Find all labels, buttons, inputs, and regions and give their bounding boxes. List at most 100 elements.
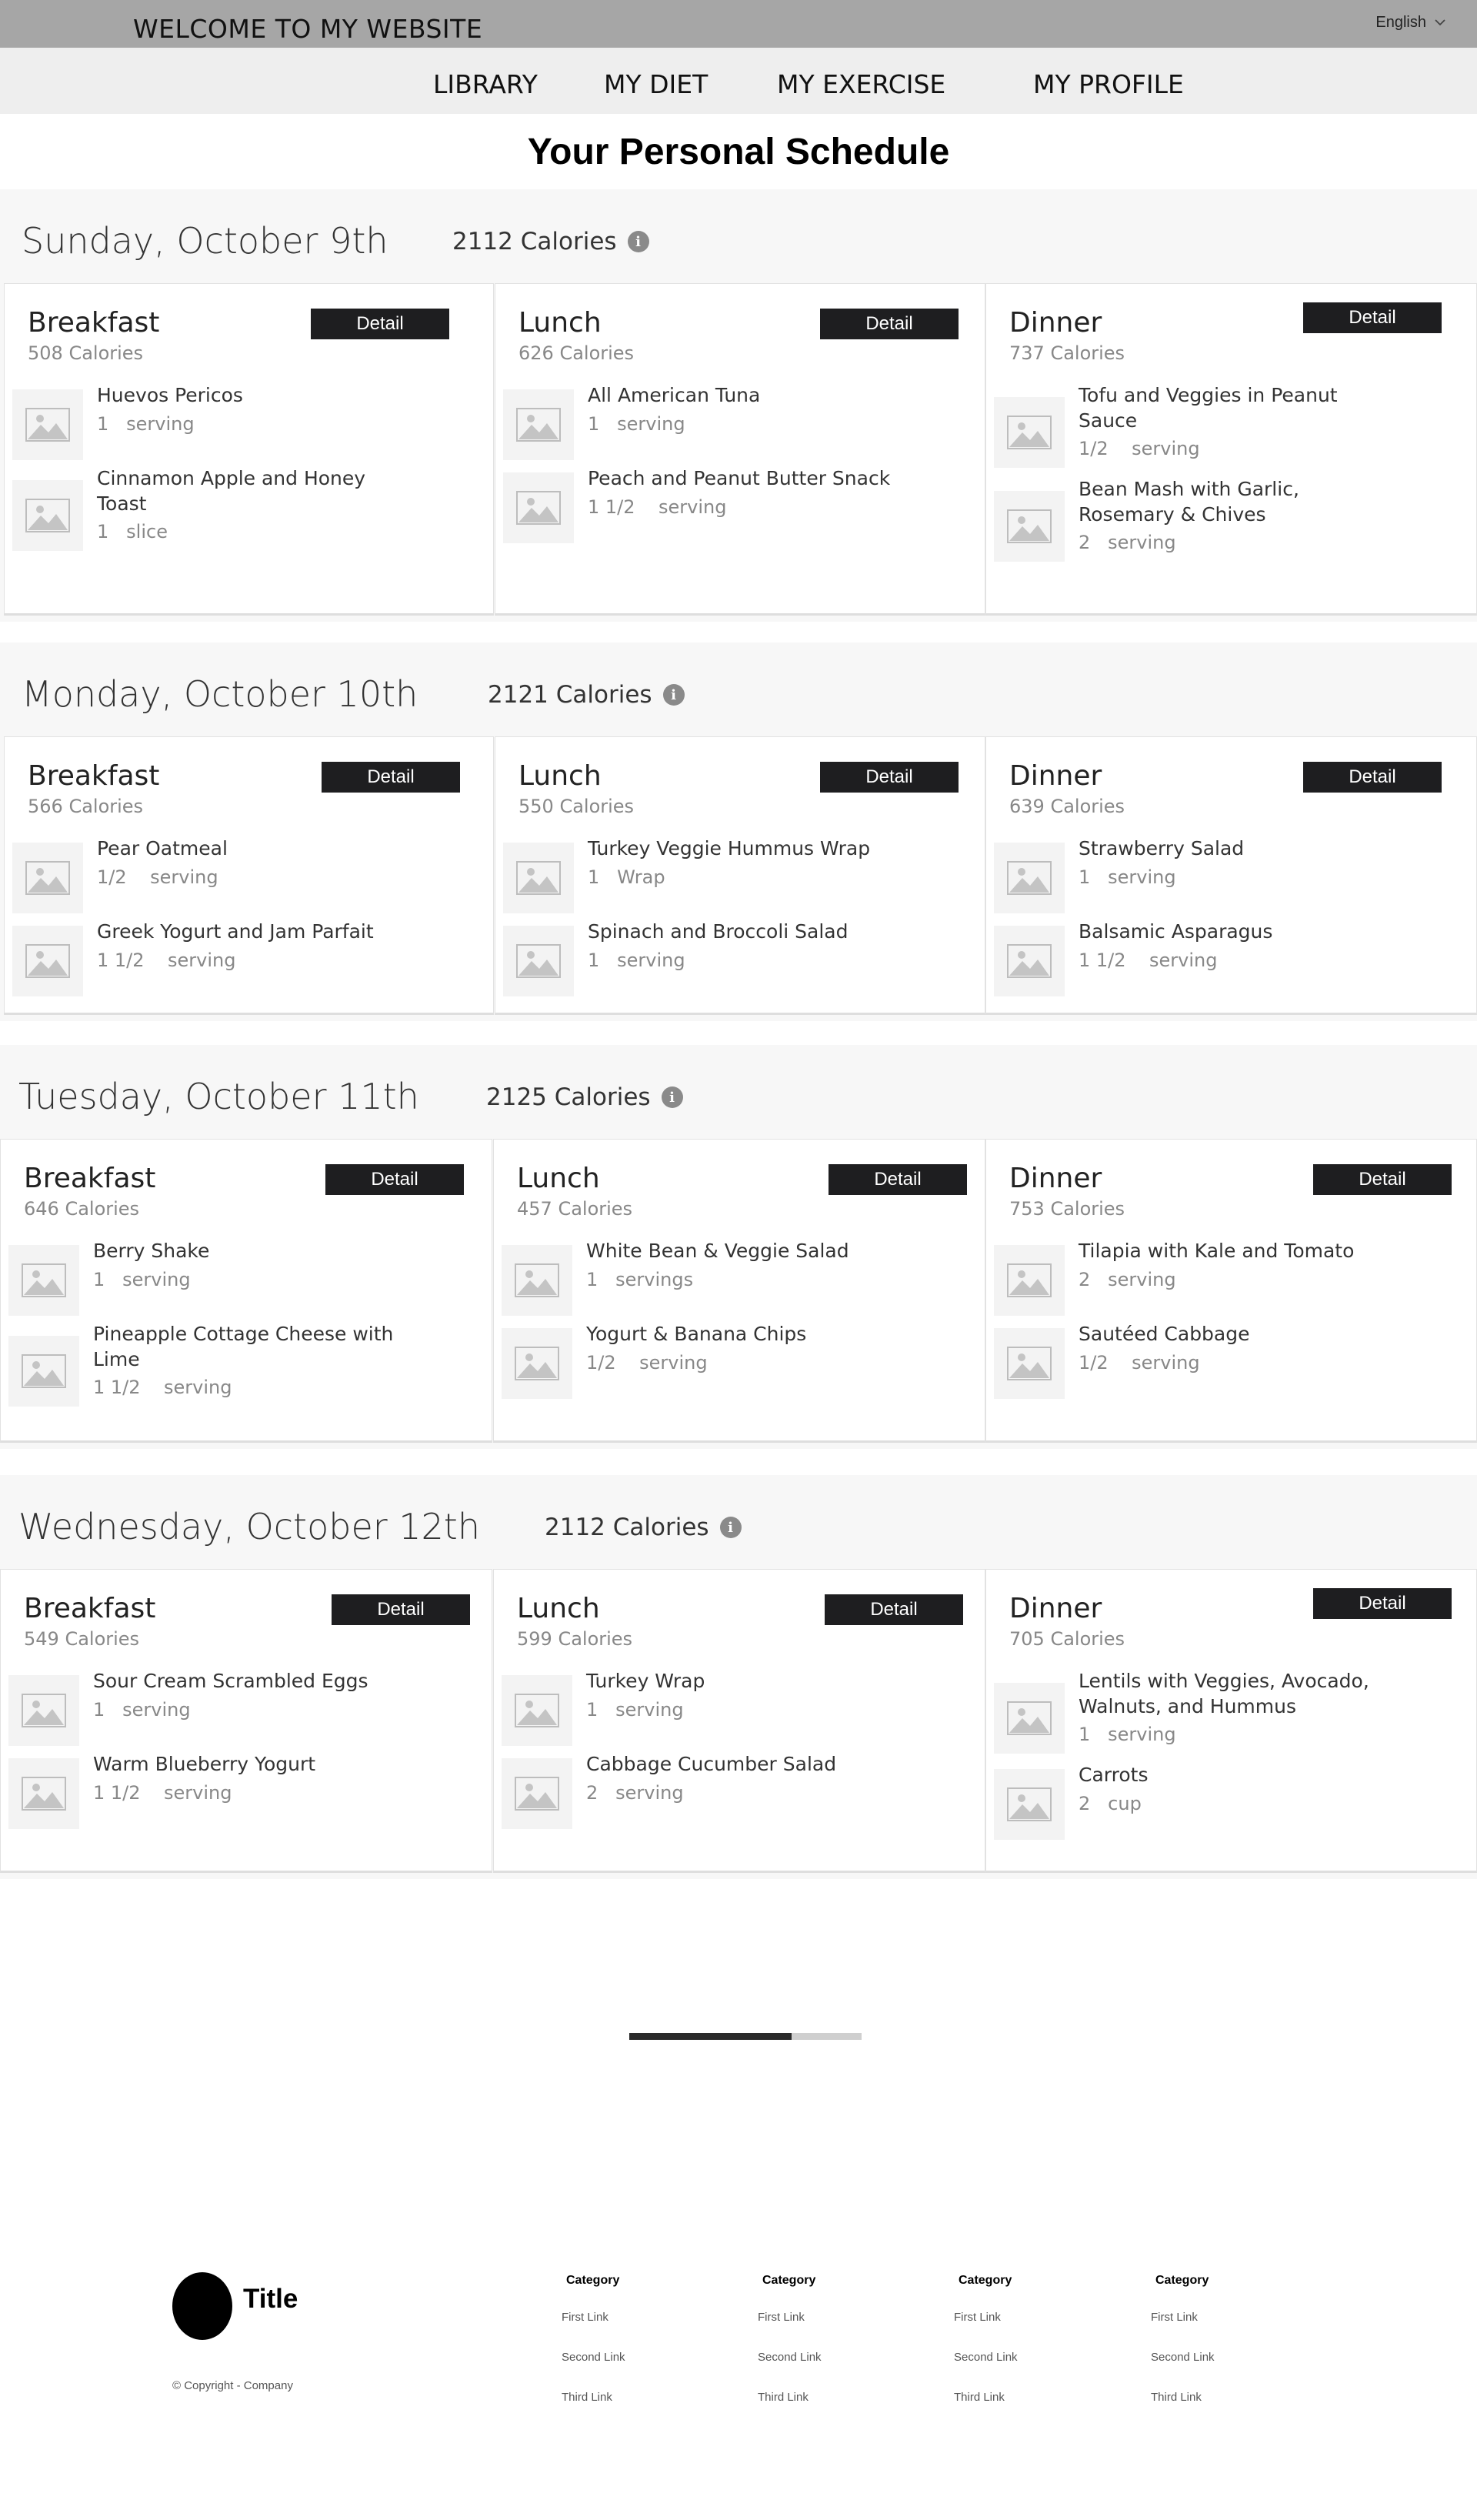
food-quantity: 1/2 serving [1079, 438, 1200, 459]
detail-button[interactable]: Detail [1313, 1588, 1452, 1619]
food-name: Strawberry Salad [1079, 837, 1245, 859]
food-quantity: 1 serving [1079, 866, 1176, 888]
food-item[interactable]: Strawberry Salad 1 serving [994, 836, 1461, 920]
detail-button[interactable]: Detail [820, 762, 959, 793]
food-item[interactable]: Warm Blueberry Yogurt 1 1/2 serving [8, 1751, 476, 1836]
footer-link[interactable]: Second Link [758, 2351, 912, 2364]
footer-link[interactable]: Second Link [954, 2351, 1108, 2364]
meal-card-dinner: Dinner 737 Calories Detail Tofu and Veggies… [985, 283, 1477, 616]
footer-link[interactable]: Third Link [954, 2391, 1108, 2404]
footer-link[interactable]: Third Link [562, 2391, 715, 2404]
food-name: Tofu and Veggies in Peanut Sauce [1079, 384, 1338, 432]
food-item[interactable]: Tofu and Veggies in Peanut Sauce 1/2 serv… [994, 382, 1461, 482]
footer-link[interactable]: Second Link [562, 2351, 715, 2364]
meal-calories: 549 Calories [24, 1628, 140, 1650]
food-item[interactable]: Lentils with Veggies, Avocado, Walnuts, … [994, 1668, 1461, 1768]
language-selector[interactable]: English [1375, 14, 1446, 32]
detail-button[interactable]: Detail [829, 1164, 967, 1195]
food-item[interactable]: Sautéed Cabbage 1/2 serving [994, 1321, 1461, 1406]
info-icon[interactable]: i [662, 684, 685, 706]
food-item[interactable]: Berry Shake 1 serving [8, 1238, 476, 1323]
food-name: All American Tuna [588, 384, 761, 406]
food-item[interactable]: Balsamic Asparagus 1 1/2 serving [994, 919, 1461, 1003]
food-name: Huevos Pericos [97, 384, 243, 406]
footer-link[interactable]: Third Link [1151, 2391, 1305, 2404]
detail-button[interactable]: Detail [311, 309, 449, 339]
food-quantity: 1 1/2 serving [93, 1782, 232, 1804]
detail-button[interactable]: Detail [1303, 762, 1442, 793]
footer-link[interactable]: First Link [758, 2311, 912, 2324]
info-icon[interactable]: i [627, 231, 649, 252]
info-icon[interactable]: i [719, 1517, 742, 1538]
detail-button[interactable]: Detail [825, 1594, 963, 1625]
pagination-progress[interactable] [629, 2033, 862, 2040]
food-item[interactable]: Cinnamon Apple and Honey Toast 1 slice [12, 466, 478, 566]
footer-copyright: © Copyright - Company [172, 2379, 293, 2392]
nav-my-diet[interactable]: MY DIET [604, 69, 708, 99]
info-icon[interactable]: i [661, 1086, 683, 1108]
food-item[interactable]: Greek Yogurt and Jam Parfait 1 1/2 servin… [12, 919, 478, 1003]
meal-card-dinner: Dinner 753 Calories Detail Tilapia with Kal… [985, 1139, 1477, 1443]
day-calories-label: 2125 Calories [486, 1083, 651, 1111]
meal-calories: 737 Calories [1009, 342, 1125, 364]
day-calories-label: 2112 Calories [545, 1514, 709, 1541]
food-name: Yogurt & Banana Chips [586, 1323, 807, 1345]
food-name: Bean Mash with Garlic, Rosemary & Chives [1079, 478, 1299, 526]
food-image-placeholder-icon [994, 1328, 1065, 1399]
page-title: Your Personal Schedule [527, 132, 950, 172]
meal-name: Lunch [517, 1163, 600, 1194]
food-item[interactable]: Sour Cream Scrambled Eggs 1 serving [8, 1668, 476, 1753]
food-item[interactable]: Turkey Wrap 1 serving [502, 1668, 969, 1753]
day-section: Monday, October 10th 2121 Calories i Breakf… [0, 643, 1477, 1021]
food-quantity: 1 serving [588, 413, 685, 435]
food-name: Pineapple Cottage Cheese with Lime [93, 1323, 394, 1370]
meal-card-breakfast: Breakfast 549 Calories Detail Sour Cream Sc… [0, 1569, 492, 1873]
food-image-placeholder-icon [503, 843, 574, 913]
food-item[interactable]: Cabbage Cucumber Salad 2 serving [502, 1751, 969, 1836]
food-image-placeholder-icon [503, 472, 574, 543]
food-item[interactable]: Tilapia with Kale and Tomato 2 serving [994, 1238, 1461, 1323]
nav-my-profile[interactable]: MY PROFILE [1033, 69, 1184, 99]
food-item[interactable]: Huevos Pericos 1 serving [12, 382, 478, 467]
nav-my-exercise[interactable]: MY EXERCISE [777, 69, 945, 99]
nav-library[interactable]: LIBRARY [433, 69, 538, 99]
food-item[interactable]: White Bean & Veggie Salad 1 servings [502, 1238, 969, 1323]
food-quantity: 1 servings [586, 1269, 694, 1290]
footer-link[interactable]: First Link [1151, 2311, 1305, 2324]
food-item[interactable]: Pineapple Cottage Cheese with Lime 1 1/2 … [8, 1321, 476, 1421]
food-item[interactable]: Turkey Veggie Hummus Wrap 1 Wrap [503, 836, 969, 920]
meal-calories: 599 Calories [517, 1628, 633, 1650]
day-section: Sunday, October 9th 2112 Calories i Breakfa… [0, 189, 1477, 622]
food-image-placeholder-icon [994, 397, 1065, 468]
meal-card-lunch: Lunch 457 Calories Detail White Bean & Vegg… [493, 1139, 985, 1443]
food-item[interactable]: Peach and Peanut Butter Snack 1 1/2 servi… [503, 466, 969, 550]
language-label: English [1375, 14, 1426, 31]
detail-button[interactable]: Detail [1313, 1164, 1452, 1195]
detail-button[interactable]: Detail [322, 762, 460, 793]
food-item[interactable]: Yogurt & Banana Chips 1/2 serving [502, 1321, 969, 1406]
footer-category: Category [762, 2274, 816, 2287]
food-item[interactable]: Carrots 2 cup [994, 1762, 1461, 1847]
food-quantity: 1 serving [93, 1269, 191, 1290]
detail-button[interactable]: Detail [325, 1164, 464, 1195]
footer-link[interactable]: Third Link [758, 2391, 912, 2404]
detail-button[interactable]: Detail [1303, 302, 1442, 333]
food-image-placeholder-icon [994, 1769, 1065, 1840]
meal-name: Dinner [1009, 1593, 1102, 1624]
food-item[interactable]: All American Tuna 1 serving [503, 382, 969, 467]
food-name: Cinnamon Apple and Honey Toast [97, 467, 366, 515]
food-image-placeholder-icon [502, 1758, 572, 1829]
food-quantity: 1 serving [586, 1699, 684, 1721]
detail-button[interactable]: Detail [332, 1594, 470, 1625]
detail-button[interactable]: Detail [820, 309, 959, 339]
day-date: Wednesday, October 12th [18, 1506, 480, 1547]
food-item[interactable]: Bean Mash with Garlic, Rosemary & Chives… [994, 476, 1461, 576]
food-item[interactable]: Spinach and Broccoli Salad 1 serving [503, 919, 969, 1003]
footer-link[interactable]: Second Link [1151, 2351, 1305, 2364]
food-name: Sour Cream Scrambled Eggs [93, 1670, 368, 1692]
food-image-placeholder-icon [12, 843, 83, 913]
footer-link[interactable]: First Link [954, 2311, 1108, 2324]
footer-link[interactable]: First Link [562, 2311, 715, 2324]
footer-category: Category [566, 2274, 620, 2287]
food-item[interactable]: Pear Oatmeal 1/2 serving [12, 836, 478, 920]
